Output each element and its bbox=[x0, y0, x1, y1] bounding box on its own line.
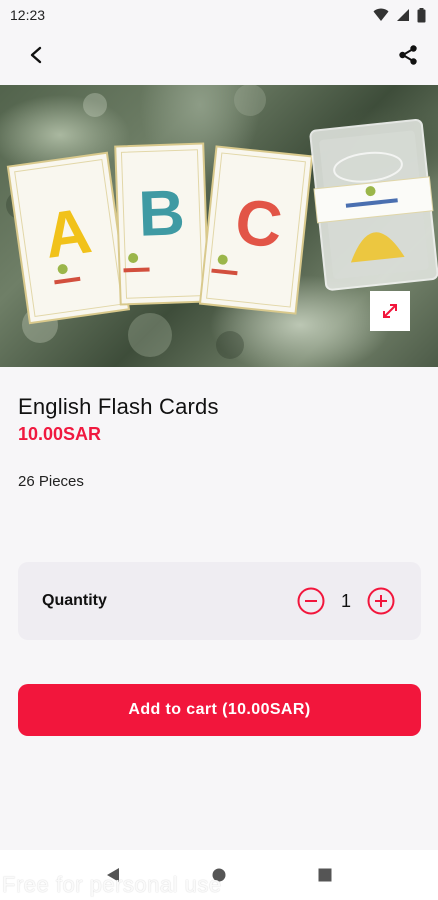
card-c: C bbox=[198, 145, 314, 315]
product-price: 10.00SAR bbox=[18, 424, 102, 444]
status-time: 12:23 bbox=[10, 7, 46, 23]
product-image[interactable]: A B C bbox=[0, 85, 438, 367]
status-bar: 12:23 bbox=[0, 0, 438, 30]
card-a: A bbox=[6, 151, 131, 325]
nav-recents-icon bbox=[318, 868, 332, 882]
nav-home-button[interactable] bbox=[204, 860, 234, 890]
card-b-letter: B bbox=[137, 176, 186, 250]
share-button[interactable] bbox=[394, 41, 422, 69]
expand-image-button[interactable] bbox=[370, 291, 410, 331]
signal-icon bbox=[397, 9, 409, 21]
minus-circle-icon bbox=[297, 587, 325, 615]
plus-circle-icon bbox=[367, 587, 395, 615]
back-button[interactable] bbox=[22, 41, 50, 69]
back-arrow-icon bbox=[30, 46, 42, 64]
app-bar bbox=[0, 32, 438, 78]
nav-back-icon bbox=[107, 868, 119, 882]
wifi-icon bbox=[373, 8, 389, 21]
quantity-label: Quantity bbox=[42, 592, 107, 609]
status-icons bbox=[373, 7, 426, 23]
battery-icon bbox=[417, 7, 426, 22]
product-title: English Flash Cards bbox=[18, 394, 219, 419]
decrease-quantity-button[interactable] bbox=[297, 587, 325, 615]
add-to-cart-button[interactable]: Add to cart (10.00SAR) bbox=[18, 684, 421, 736]
card-c-letter: C bbox=[232, 185, 285, 261]
quantity-value: 1 bbox=[340, 590, 351, 611]
share-icon bbox=[399, 45, 417, 65]
nav-home-icon bbox=[212, 868, 226, 882]
quantity-stepper: 1 bbox=[297, 587, 395, 615]
expand-icon bbox=[383, 304, 397, 318]
plastic-box bbox=[309, 118, 438, 291]
nav-recents-button[interactable] bbox=[310, 860, 340, 890]
card-b: B bbox=[114, 142, 210, 306]
nav-back-button[interactable] bbox=[98, 860, 128, 890]
quantity-card: Quantity 1 bbox=[18, 562, 421, 640]
system-nav-bar bbox=[0, 850, 438, 900]
increase-quantity-button[interactable] bbox=[367, 587, 395, 615]
product-description: 26 Pieces bbox=[18, 473, 84, 490]
